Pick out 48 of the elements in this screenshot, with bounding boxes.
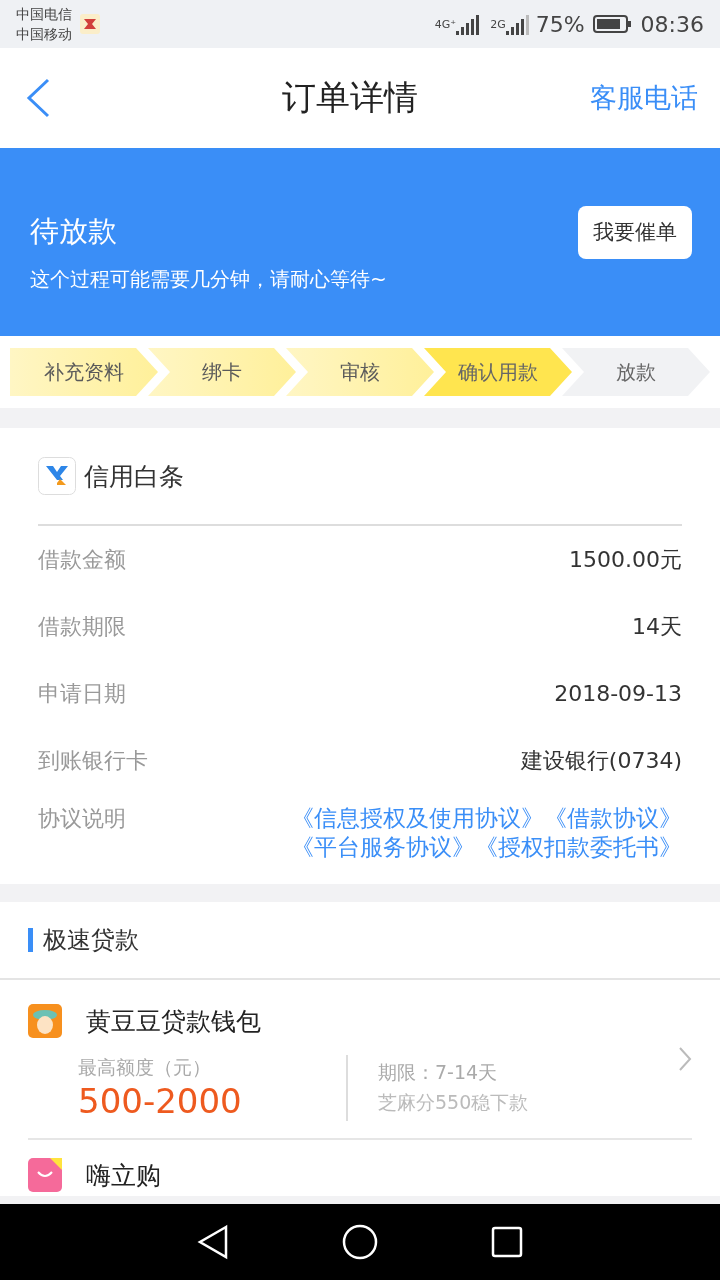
loan-note: 芝麻分550稳下款 (378, 1090, 530, 1115)
agreement-link[interactable]: 《授权扣款委托书》 (475, 833, 682, 862)
shopping-bag-icon (28, 1158, 62, 1192)
agreement-link[interactable]: 《信息授权及使用协议》 (291, 804, 544, 833)
carrier-name: 中国移动 (16, 25, 72, 44)
progress-step: 审核 (286, 348, 434, 396)
page-title: 订单详情 (282, 76, 418, 119)
app-notification-icon (80, 14, 100, 34)
field-value: 14天 (632, 612, 682, 641)
product-name: 信用白条 (84, 460, 184, 493)
agreement-link[interactable]: 《平台服务协议》 (291, 833, 475, 862)
status-subtitle: 这个过程可能需要几分钟，请耐心等待~ (30, 265, 387, 293)
field-label: 借款期限 (38, 612, 126, 641)
field-value: 1500.00元 (569, 545, 682, 574)
field-label: 借款金额 (38, 545, 126, 574)
customer-service-link[interactable]: 客服电话 (590, 80, 698, 116)
back-nav-icon[interactable] (196, 1224, 229, 1260)
product-logo-icon (38, 457, 76, 495)
home-nav-icon[interactable] (342, 1224, 378, 1260)
progress-step: 确认用款 (424, 348, 572, 396)
field-label: 申请日期 (38, 679, 126, 708)
section-marker (28, 928, 33, 952)
progress-step: 绑卡 (148, 348, 296, 396)
urge-order-button[interactable]: 我要催单 (578, 205, 692, 259)
mascot-icon (28, 1004, 62, 1038)
field-label: 到账银行卡 (38, 746, 148, 775)
progress-step: 放款 (562, 348, 710, 396)
status-title: 待放款 (30, 212, 118, 250)
field-value: 2018-09-13 (554, 681, 682, 706)
loan-term: 期限：7-14天 (378, 1060, 499, 1085)
progress-step: 补充资料 (10, 348, 158, 396)
loan-product-name: 黄豆豆贷款钱包 (86, 1005, 261, 1038)
limit-amount: 500-2000 (78, 1081, 243, 1121)
agreement-link[interactable]: 《借款协议》 (544, 804, 682, 833)
signal-icon (505, 13, 532, 35)
battery-icon (592, 14, 633, 34)
section-title: 极速贷款 (43, 925, 139, 956)
field-value: 建设银行(0734) (520, 746, 682, 775)
limit-label: 最高额度（元） (78, 1055, 212, 1080)
back-icon[interactable] (26, 78, 50, 118)
carrier-name: 中国电信 (16, 5, 72, 24)
loan-product-name: 嗨立购 (86, 1159, 161, 1192)
battery-percent: 75% (535, 11, 585, 37)
recents-nav-icon[interactable] (491, 1226, 524, 1258)
clock: 08:36 (640, 11, 704, 37)
network-type: 4G⁺ (434, 17, 457, 31)
network-type: 2G (490, 17, 506, 31)
field-label: 协议说明 (38, 805, 126, 833)
